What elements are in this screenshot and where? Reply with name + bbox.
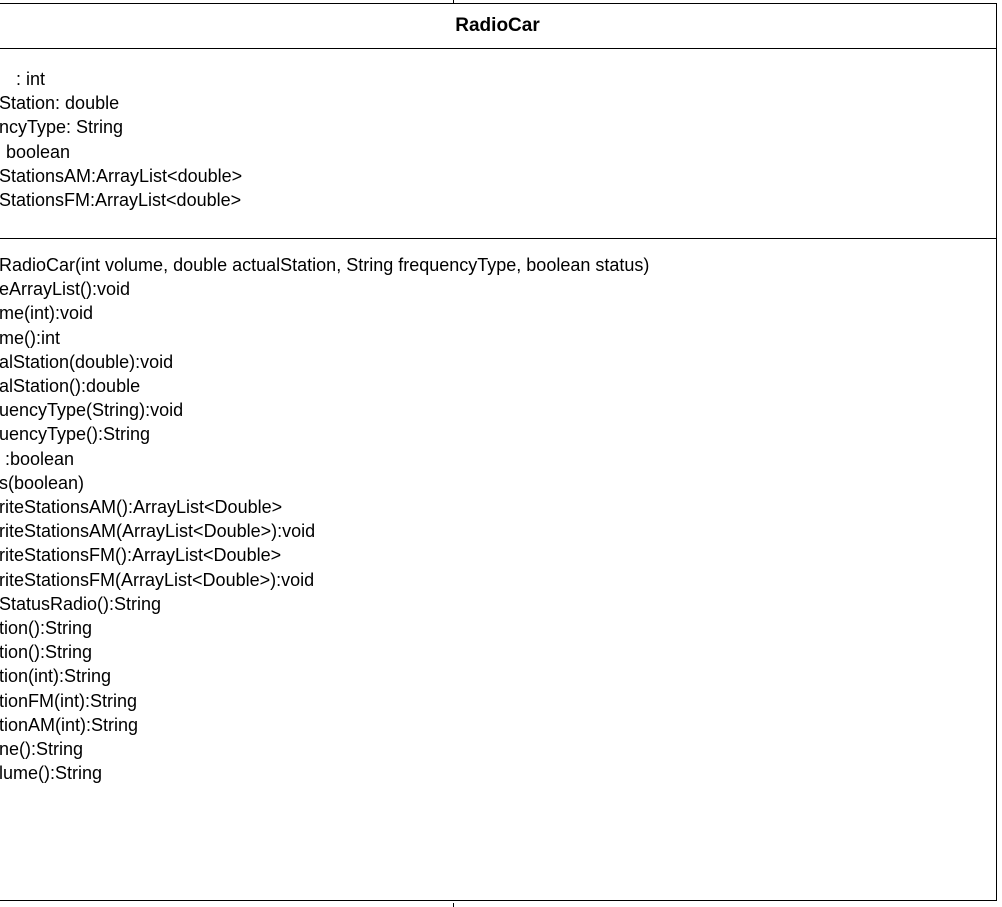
method-line: alStation(double):void	[0, 351, 174, 372]
method-line: riteStationsFM(ArrayList<Double>):void	[0, 569, 315, 590]
method-line: riteStationsFM():ArrayList<Double>	[0, 545, 282, 566]
method-line: tion():String	[0, 642, 93, 663]
attribute-line: StationsAM:ArrayList<double>	[0, 165, 243, 186]
method-line: uencyType(String):void	[0, 400, 184, 421]
connector-line-bottom	[453, 903, 454, 907]
method-line: RadioCar(int volume, double actualStatio…	[0, 255, 650, 275]
method-line: tion():String	[0, 618, 93, 639]
uml-class-box: RadioCar : int Station: double ncyType: …	[0, 3, 997, 901]
methods-section: RadioCar(int volume, double actualStatio…	[0, 239, 996, 785]
method-line: lume():String	[0, 763, 103, 784]
method-line: :boolean	[5, 448, 75, 469]
method-line: alStation():double	[0, 376, 141, 397]
attribute-line: : int	[16, 69, 46, 89]
method-line: tion(int):String	[0, 666, 112, 687]
class-name: RadioCar	[0, 4, 996, 49]
attribute-line: StationsFM:ArrayList<double>	[0, 190, 242, 211]
method-line: uencyType():String	[0, 424, 151, 445]
method-line: me():int	[0, 327, 61, 348]
attributes-section: : int Station: double ncyType: String bo…	[0, 49, 996, 239]
method-line: tionAM(int):String	[0, 714, 139, 735]
method-line: riteStationsAM(ArrayList<Double>):void	[0, 521, 316, 542]
method-line: tionFM(int):String	[0, 690, 138, 711]
attribute-line: ncyType: String	[0, 117, 124, 138]
attribute-line: boolean	[6, 141, 71, 162]
method-line: ne():String	[0, 739, 84, 760]
method-line: StatusRadio():String	[0, 593, 162, 614]
method-line: me(int):void	[0, 303, 94, 324]
attribute-line: Station: double	[0, 93, 120, 114]
method-line: eArrayList():void	[0, 279, 131, 300]
method-line: riteStationsAM():ArrayList<Double>	[0, 497, 283, 518]
method-line: s(boolean)	[0, 472, 85, 493]
